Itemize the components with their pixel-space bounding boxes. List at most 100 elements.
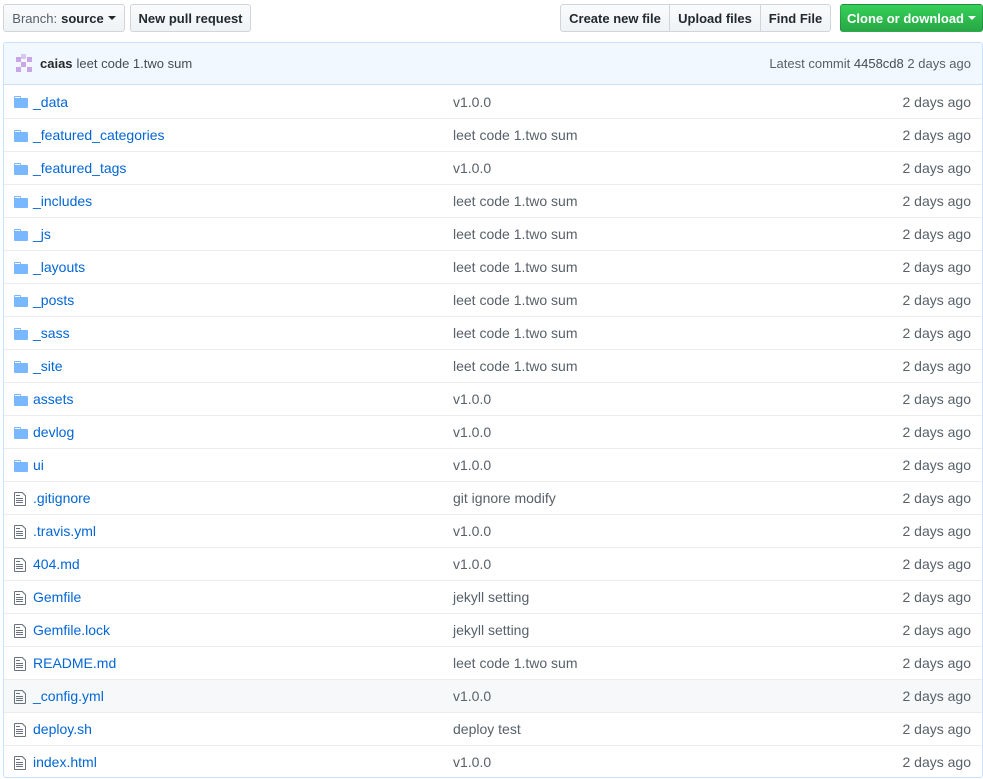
commit-age: 2 days ago xyxy=(902,556,972,572)
commit-age: 2 days ago xyxy=(902,622,972,638)
table-row: _includes leet code 1.two sum 2 days ago xyxy=(4,184,982,217)
file-name-link[interactable]: .travis.yml xyxy=(33,523,96,539)
file-name-link[interactable]: _site xyxy=(33,358,63,374)
clone-label: Clone or download xyxy=(847,10,964,26)
commit-message-link[interactable]: v1.0.0 xyxy=(453,457,491,473)
table-row: _sass leet code 1.two sum 2 days ago xyxy=(4,316,982,349)
file-name-link[interactable]: Gemfile.lock xyxy=(33,622,110,638)
branch-value: source xyxy=(61,10,104,26)
table-row: ui v1.0.0 2 days ago xyxy=(4,448,982,481)
file-name-link[interactable]: _layouts xyxy=(33,259,85,275)
file-name-link[interactable]: _featured_tags xyxy=(33,160,126,176)
file-name-link[interactable]: _sass xyxy=(33,325,70,341)
commit-message-link[interactable]: leet code 1.two sum xyxy=(453,259,578,275)
create-new-file-button[interactable]: Create new file xyxy=(560,4,670,32)
file-icon xyxy=(14,590,28,606)
commit-age: 2 days ago xyxy=(907,56,971,71)
commit-age: 2 days ago xyxy=(902,424,972,440)
table-row: Gemfile.lock jekyll setting 2 days ago xyxy=(4,613,982,646)
repo-toolbar: Branch: source New pull request Create n… xyxy=(0,0,983,42)
commit-age: 2 days ago xyxy=(902,325,972,341)
table-row: devlog v1.0.0 2 days ago xyxy=(4,415,982,448)
file-icon xyxy=(14,656,28,672)
file-name-link[interactable]: _includes xyxy=(33,193,92,209)
folder-icon xyxy=(14,359,28,375)
folder-icon xyxy=(14,194,28,210)
file-name-link[interactable]: _data xyxy=(33,94,68,110)
file-name-link[interactable]: Gemfile xyxy=(33,589,81,605)
avatar[interactable] xyxy=(14,53,34,74)
commit-message-link[interactable]: git ignore modify xyxy=(453,490,556,506)
folder-icon xyxy=(14,458,28,474)
commit-age: 2 days ago xyxy=(902,292,972,308)
commit-age: 2 days ago xyxy=(902,754,972,770)
table-row: Gemfile jekyll setting 2 days ago xyxy=(4,580,982,613)
commit-message-link[interactable]: leet code 1.two sum xyxy=(453,127,578,143)
commit-sha[interactable]: 4458cd8 xyxy=(854,56,904,71)
commit-message-link[interactable]: jekyll setting xyxy=(453,622,529,638)
commit-message-link[interactable]: v1.0.0 xyxy=(453,424,491,440)
new-pull-request-button[interactable]: New pull request xyxy=(130,4,251,32)
find-file-button[interactable]: Find File xyxy=(760,4,831,32)
chevron-down-icon xyxy=(968,16,976,20)
file-name-link[interactable]: _config.yml xyxy=(33,688,104,704)
commit-message-link[interactable]: v1.0.0 xyxy=(453,523,491,539)
file-name-link[interactable]: _js xyxy=(33,226,51,242)
file-icon xyxy=(14,722,28,738)
commit-age: 2 days ago xyxy=(902,226,972,242)
commit-message-link[interactable]: jekyll setting xyxy=(453,589,529,605)
commit-message[interactable]: leet code 1.two sum xyxy=(77,56,193,71)
commit-age: 2 days ago xyxy=(902,93,972,110)
file-name-link[interactable]: 404.md xyxy=(33,556,80,572)
file-icon xyxy=(14,623,28,639)
commit-message-link[interactable]: leet code 1.two sum xyxy=(453,655,578,671)
commit-message-link[interactable]: leet code 1.two sum xyxy=(453,193,578,209)
table-row: assets v1.0.0 2 days ago xyxy=(4,382,982,415)
file-name-link[interactable]: index.html xyxy=(33,754,97,770)
file-name-link[interactable]: ui xyxy=(33,457,44,473)
file-name-link[interactable]: README.md xyxy=(33,655,116,671)
file-name-link[interactable]: devlog xyxy=(33,424,74,440)
commit-message-link[interactable]: v1.0.0 xyxy=(453,688,491,704)
commit-author[interactable]: caias xyxy=(40,56,73,71)
commit-message-link[interactable]: leet code 1.two sum xyxy=(453,226,578,242)
branch-select-button[interactable]: Branch: source xyxy=(3,4,125,32)
commit-message-link[interactable]: deploy test xyxy=(453,721,521,737)
table-row: _js leet code 1.two sum 2 days ago xyxy=(4,217,982,250)
commit-message-link[interactable]: leet code 1.two sum xyxy=(453,292,578,308)
commit-message-link[interactable]: v1.0.0 xyxy=(453,94,491,110)
commit-age: 2 days ago xyxy=(902,523,972,539)
commit-message-link[interactable]: leet code 1.two sum xyxy=(453,358,578,374)
commit-message-link[interactable]: v1.0.0 xyxy=(453,754,491,770)
table-row: _featured_tags v1.0.0 2 days ago xyxy=(4,151,982,184)
folder-icon xyxy=(14,227,28,243)
table-row: README.md leet code 1.two sum 2 days ago xyxy=(4,646,982,679)
file-name-link[interactable]: _featured_categories xyxy=(33,127,165,143)
folder-icon xyxy=(14,425,28,441)
latest-commit-label: Latest commit xyxy=(769,56,851,71)
commit-message-link[interactable]: v1.0.0 xyxy=(453,391,491,407)
commit-age: 2 days ago xyxy=(902,193,972,209)
commit-age: 2 days ago xyxy=(902,358,972,374)
commit-age: 2 days ago xyxy=(902,688,972,704)
commit-age: 2 days ago xyxy=(902,457,972,473)
file-name-link[interactable]: _posts xyxy=(33,292,74,308)
table-row: 404.md v1.0.0 2 days ago xyxy=(4,547,982,580)
commit-age: 2 days ago xyxy=(902,655,972,671)
upload-files-button[interactable]: Upload files xyxy=(669,4,761,32)
file-name-link[interactable]: deploy.sh xyxy=(33,721,92,737)
commit-message-link[interactable]: v1.0.0 xyxy=(453,160,491,176)
file-icon xyxy=(14,491,28,507)
clone-or-download-button[interactable]: Clone or download xyxy=(840,4,983,32)
table-row: .travis.yml v1.0.0 2 days ago xyxy=(4,514,982,547)
folder-icon xyxy=(14,326,28,342)
file-navigation-table: caias leet code 1.two sum Latest commit … xyxy=(3,42,983,778)
commit-message-link[interactable]: leet code 1.two sum xyxy=(453,325,578,341)
file-actions-group: Create new file Upload files Find File xyxy=(560,4,831,32)
table-row: _layouts leet code 1.two sum 2 days ago xyxy=(4,250,982,283)
commit-age: 2 days ago xyxy=(902,391,972,407)
commit-message-link[interactable]: v1.0.0 xyxy=(453,556,491,572)
file-name-link[interactable]: assets xyxy=(33,391,73,407)
file-name-link[interactable]: .gitignore xyxy=(33,490,91,506)
commit-age: 2 days ago xyxy=(902,259,972,275)
